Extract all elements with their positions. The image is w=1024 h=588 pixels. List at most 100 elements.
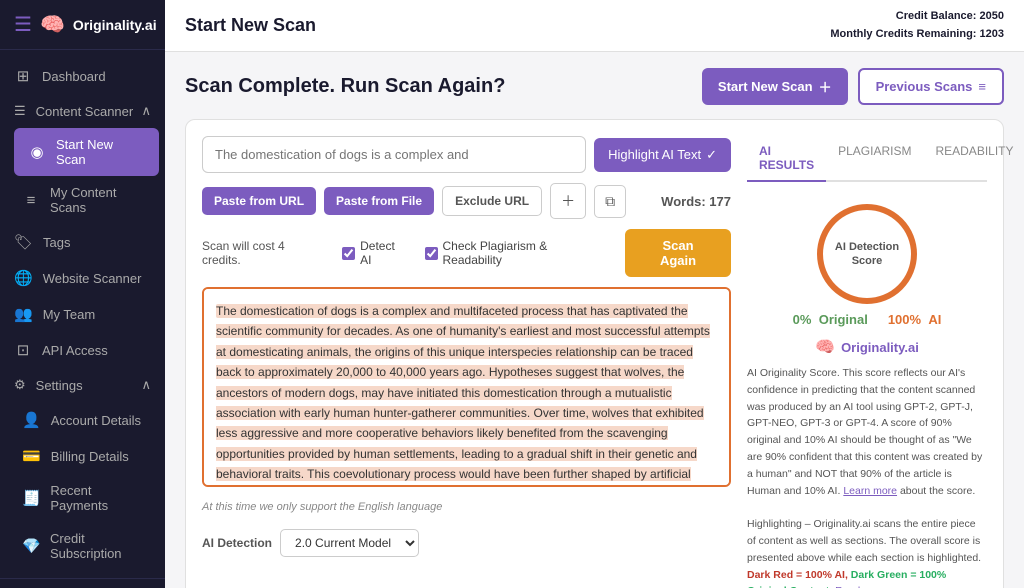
exclude-url-button[interactable]: Exclude URL <box>442 186 542 216</box>
highlight-ai-text-button[interactable]: Highlight AI Text ✓ <box>594 138 731 172</box>
topbar: Start New Scan Credit Balance: 2050 Mont… <box>165 0 1024 52</box>
ai-detection-select[interactable]: 2.0 Current Model <box>280 529 419 557</box>
scan-header-buttons: Start New Scan ＋ Previous Scans ≡ <box>702 68 1004 105</box>
results-panel: AI RESULTS PLAGIARISM READABILITY AI Det… <box>747 136 987 588</box>
result-tabs: AI RESULTS PLAGIARISM READABILITY <box>747 136 987 182</box>
scan-complete-title: Scan Complete. Run Scan Again? <box>185 75 505 98</box>
score-row: 0% Original 100% AI <box>747 312 987 327</box>
gear-icon: ⚙ <box>14 377 26 393</box>
sidebar-item-label: Start New Scan <box>56 137 145 167</box>
monthly-credits-value: 1203 <box>980 28 1004 40</box>
team-icon: 👥 <box>14 305 33 323</box>
sidebar: ☰ 🧠 Originality.ai ⊞ Dashboard ☰ Content… <box>0 0 165 588</box>
brand-name: Originality.ai <box>73 17 157 33</box>
sidebar-item-label: My Team <box>43 307 96 322</box>
sidebar-item-account-details[interactable]: 👤 Account Details <box>8 402 165 438</box>
originality-brain-icon: 🧠 <box>815 337 835 357</box>
learn-more-link[interactable]: Learn more <box>843 485 897 497</box>
cost-text: Scan will cost 4 credits. <box>202 239 326 267</box>
scanner-left: Highlight AI Text ✓ Paste from URL Paste… <box>202 136 731 588</box>
detect-ai-checkbox[interactable] <box>342 247 355 260</box>
billing-icon: 💳 <box>22 447 41 465</box>
scan-header: Scan Complete. Run Scan Again? Start New… <box>185 68 1004 105</box>
sidebar-item-my-team[interactable]: 👥 My Team <box>0 296 165 332</box>
list-icon: ≡ <box>22 192 40 209</box>
scanner-icon: ☰ <box>14 103 26 119</box>
sidebar-item-label: API Access <box>42 343 108 358</box>
sidebar-section-label: Settings <box>36 378 83 393</box>
sidebar-item-content-scanner[interactable]: ☰ Content Scanner ∧ <box>0 94 165 128</box>
paste-from-url-button[interactable]: Paste from URL <box>202 187 316 215</box>
previous-scans-button[interactable]: Previous Scans ≡ <box>858 68 1004 105</box>
scan-again-button[interactable]: Scan Again <box>625 229 731 277</box>
language-note: At this time we only support the English… <box>202 501 731 513</box>
score-description: AI Originality Score. This score reflect… <box>747 365 987 588</box>
sidebar-item-billing-details[interactable]: 💳 Billing Details <box>8 438 165 474</box>
sidebar-sub-scanner: ◉ Start New Scan ≡ My Content Scans <box>0 128 165 224</box>
credit-balance-value: 2050 <box>980 10 1004 22</box>
sidebar-item-credit-subscription[interactable]: 💎 Credit Subscription <box>8 522 165 570</box>
main-content: Start New Scan Credit Balance: 2050 Mont… <box>165 0 1024 588</box>
highlighted-passage: The domestication of dogs is a complex a… <box>216 304 714 487</box>
score-circle: AI Detection Score <box>817 204 917 304</box>
sidebar-section-label: Content Scanner <box>36 104 134 119</box>
sidebar-item-label: Recent Payments <box>50 483 151 513</box>
page-title: Start New Scan <box>185 15 814 36</box>
sidebar-item-label: My Content Scans <box>50 185 151 215</box>
credit-info: Credit Balance: 2050 Monthly Credits Rem… <box>830 8 1004 43</box>
copy-icon-button[interactable]: ⧉ <box>594 185 626 218</box>
detect-ai-checkbox-label[interactable]: Detect AI <box>342 239 408 267</box>
sidebar-nav: ⊞ Dashboard ☰ Content Scanner ∧ ◉ Start … <box>0 50 165 578</box>
sidebar-item-start-new-scan[interactable]: ◉ Start New Scan <box>14 128 159 176</box>
sidebar-item-label: Tags <box>43 235 70 250</box>
sidebar-item-label: Billing Details <box>51 449 129 464</box>
plagiarism-checkbox[interactable] <box>425 247 438 260</box>
sidebar-item-label: Credit Subscription <box>50 531 151 561</box>
sidebar-item-api-access[interactable]: ⊡ API Access <box>0 332 165 368</box>
start-new-scan-label: Start New Scan <box>718 79 813 94</box>
tab-readability[interactable]: READABILITY <box>923 136 1024 182</box>
sidebar-footer: Questions? Email support@originality.ai … <box>0 578 165 588</box>
sidebar-header: ☰ 🧠 Originality.ai <box>0 0 165 50</box>
tab-plagiarism[interactable]: PLAGIARISM <box>826 136 923 182</box>
tag-icon: 🏷 <box>14 233 33 251</box>
scan-text-input[interactable] <box>202 136 586 173</box>
globe-icon: 🌐 <box>14 269 33 287</box>
plagiarism-checkbox-label[interactable]: Check Plagiarism & Readability <box>425 239 610 267</box>
previous-scans-label: Previous Scans <box>876 79 973 94</box>
sidebar-item-website-scanner[interactable]: 🌐 Website Scanner <box>0 260 165 296</box>
paste-from-file-button[interactable]: Paste from File <box>324 187 434 215</box>
sidebar-item-dashboard[interactable]: ⊞ Dashboard <box>0 58 165 94</box>
ai-detection-row: AI Detection 2.0 Current Model <box>202 529 731 557</box>
ai-score: 100% AI <box>888 312 941 327</box>
api-icon: ⊡ <box>14 341 32 359</box>
hamburger-icon[interactable]: ☰ <box>14 12 32 37</box>
scanner-box: Highlight AI Text ✓ Paste from URL Paste… <box>185 119 1004 588</box>
start-new-scan-button[interactable]: Start New Scan ＋ <box>702 68 848 105</box>
input-row: Highlight AI Text ✓ <box>202 136 731 173</box>
diamond-icon: 💎 <box>22 537 40 555</box>
sidebar-item-recent-payments[interactable]: 🧾 Recent Payments <box>8 474 165 522</box>
sidebar-item-tags[interactable]: 🏷 Tags <box>0 224 165 260</box>
sidebar-item-my-content-scans[interactable]: ≡ My Content Scans <box>8 176 165 224</box>
score-circle-container: AI Detection Score <box>747 204 987 304</box>
sidebar-item-label: Dashboard <box>42 69 106 84</box>
action-row: Paste from URL Paste from File Exclude U… <box>202 183 731 219</box>
tab-ai-results[interactable]: AI RESULTS <box>747 136 826 182</box>
originality-brand-name: Originality.ai <box>841 340 919 355</box>
add-icon-button[interactable]: ＋ <box>550 183 586 219</box>
highlight-label: Highlight AI Text <box>608 147 701 162</box>
plus-icon: ＋ <box>819 77 832 96</box>
sidebar-sub-settings: 👤 Account Details 💳 Billing Details 🧾 Re… <box>0 402 165 570</box>
words-count: Words: 177 <box>661 194 731 209</box>
score-label-line1: AI Detection <box>835 240 899 254</box>
sidebar-item-settings[interactable]: ⚙ Settings ∧ <box>0 368 165 402</box>
brain-logo-icon: 🧠 <box>40 12 65 37</box>
receipt-icon: 🧾 <box>22 489 40 507</box>
original-score: 0% Original <box>793 312 868 327</box>
sidebar-item-label: Account Details <box>51 413 141 428</box>
sidebar-item-label: Website Scanner <box>43 271 142 286</box>
content-area: Scan Complete. Run Scan Again? Start New… <box>165 52 1024 588</box>
ai-detection-label: AI Detection <box>202 536 272 550</box>
originality-brand: 🧠 Originality.ai <box>747 337 987 357</box>
